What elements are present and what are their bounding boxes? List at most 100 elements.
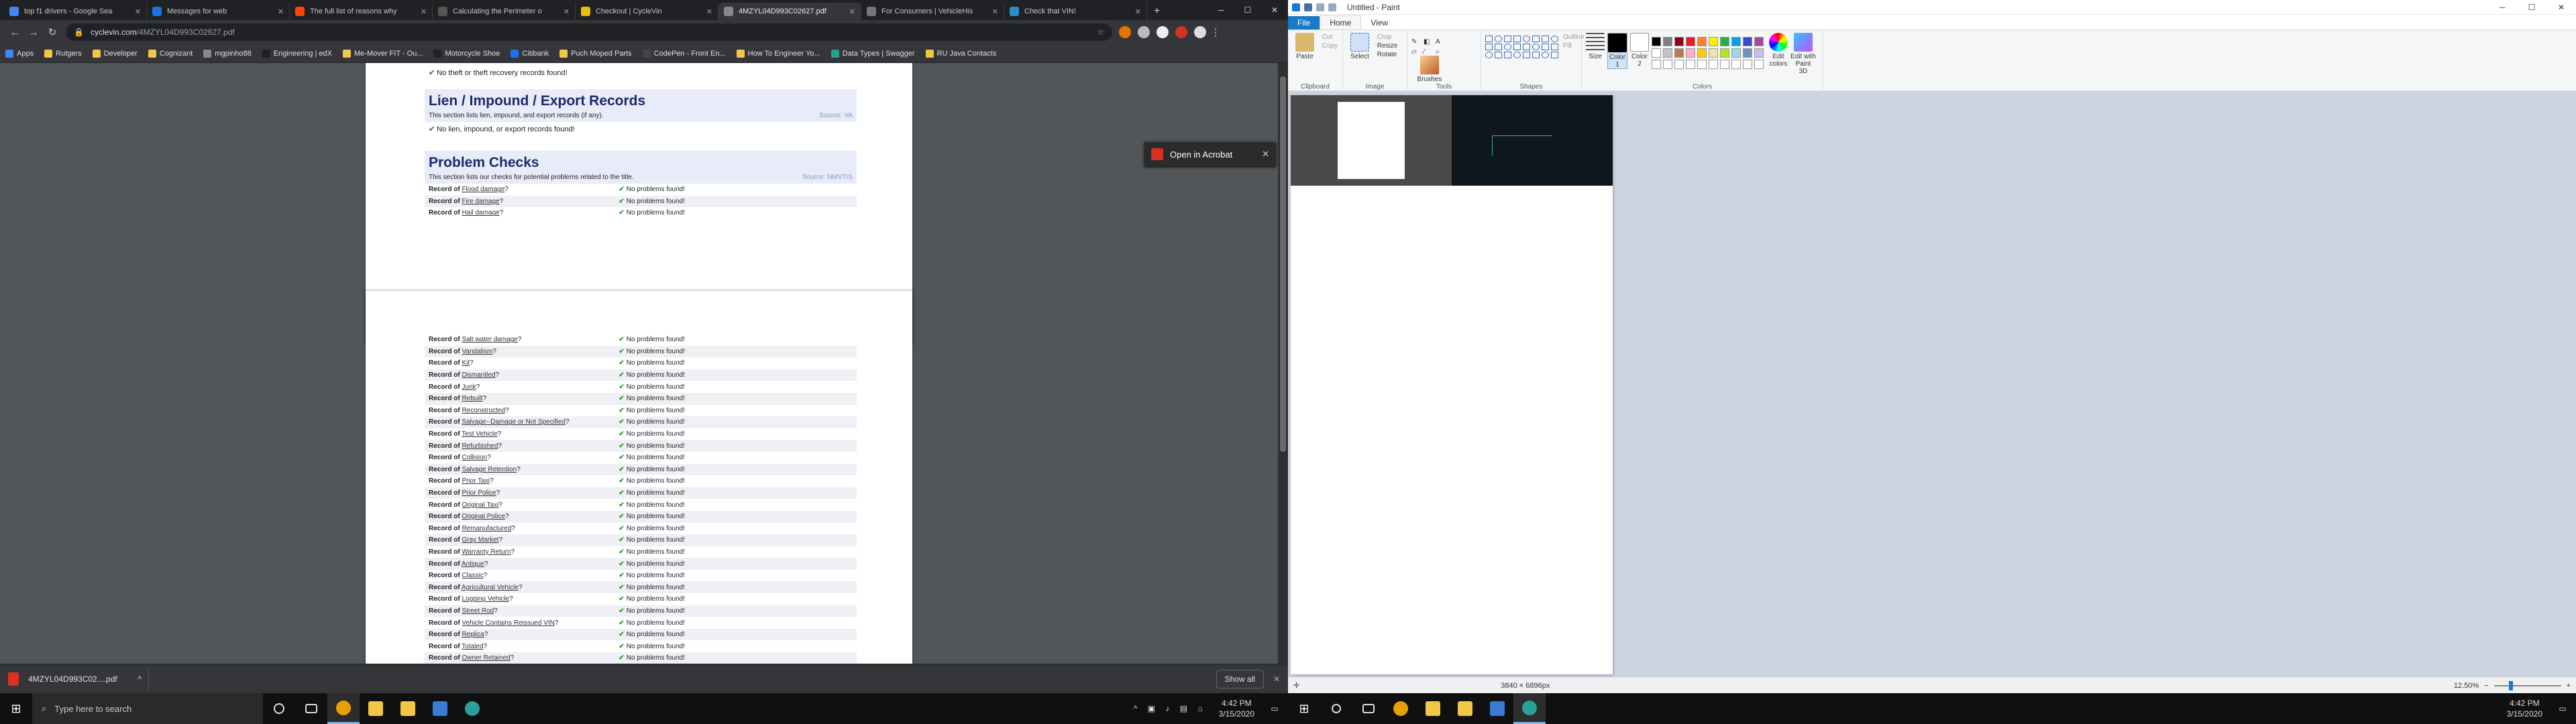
maximize-icon[interactable]: ☐ (2517, 3, 2546, 12)
open-in-acrobat-button[interactable]: Open in Acrobat ✕ (1144, 142, 1276, 166)
close-tab-icon[interactable]: ✕ (131, 7, 141, 16)
record-link[interactable]: Owner Retained (462, 654, 510, 662)
bookmark-item[interactable]: How To Engineer Yo... (736, 49, 820, 58)
shape-option[interactable] (1523, 36, 1530, 42)
browser-tab[interactable]: Check that VIN! ✕ (1004, 3, 1147, 20)
tab-home[interactable]: Home (1320, 15, 1362, 29)
record-link[interactable]: Vandalism (462, 348, 492, 355)
record-link[interactable]: Street Rod (462, 607, 494, 615)
shape-option[interactable] (1551, 52, 1558, 58)
shape-option[interactable] (1504, 52, 1511, 58)
record-link[interactable]: Original Taxi (462, 501, 498, 509)
text-icon[interactable]: A (1436, 38, 1445, 46)
record-link[interactable]: Hail damage (462, 209, 499, 217)
color-swatch[interactable] (1697, 37, 1707, 46)
chrome-taskbar-icon[interactable] (327, 693, 360, 724)
task-view-icon[interactable] (295, 693, 327, 724)
paste-button[interactable]: Paste (1292, 33, 1318, 60)
bookmark-item[interactable]: Engineering | edX (262, 49, 332, 58)
search-icon[interactable] (1320, 693, 1352, 724)
record-link[interactable]: Fire damage (462, 198, 499, 205)
store-icon[interactable] (392, 693, 424, 724)
notification-icon[interactable]: ▭ (2549, 704, 2576, 713)
crop-button[interactable]: Crop (1377, 33, 1398, 42)
color-swatch[interactable] (1709, 48, 1718, 58)
close-tab-icon[interactable]: ✕ (559, 7, 570, 16)
record-link[interactable]: Salvage Retention (462, 466, 517, 473)
close-tab-icon[interactable]: ✕ (702, 7, 712, 16)
rotate-button[interactable]: Rotate (1377, 50, 1398, 59)
color-swatch[interactable] (1686, 60, 1695, 69)
eraser-icon[interactable]: ▱ (1411, 48, 1421, 56)
forward-icon[interactable]: → (24, 27, 43, 38)
brushes-button[interactable]: Brushes (1417, 56, 1442, 83)
record-link[interactable]: Agricultural Vehicle (462, 584, 519, 591)
magnifier-icon[interactable]: ⌕ (1436, 48, 1445, 56)
bookmark-item[interactable]: Puch Moped Parts (559, 49, 632, 58)
copy-button[interactable]: Copy (1322, 42, 1338, 50)
bookmark-item[interactable]: Motorcycle Shoe (433, 49, 500, 58)
store-icon[interactable] (1449, 693, 1481, 724)
color-swatch[interactable] (1743, 48, 1752, 58)
tab-view[interactable]: View (1361, 16, 1397, 29)
color2-button[interactable]: Color 2 (1630, 33, 1649, 68)
color-swatch[interactable] (1743, 37, 1752, 46)
shape-option[interactable] (1495, 52, 1502, 58)
close-tab-icon[interactable]: ✕ (1131, 7, 1141, 16)
tab-file[interactable]: File (1288, 16, 1320, 29)
reload-icon[interactable]: ↻ (43, 26, 62, 38)
paint-taskbar-icon[interactable] (1513, 693, 1546, 724)
shape-option[interactable] (1532, 36, 1540, 42)
shape-option[interactable] (1513, 52, 1521, 58)
minimize-icon[interactable]: ─ (1208, 0, 1234, 20)
fill-icon[interactable]: ◧ (1424, 38, 1433, 46)
size-button[interactable]: Size (1586, 33, 1605, 60)
browser-tab[interactable]: Checkout | CycleVin ✕ (576, 3, 718, 20)
paint-canvas[interactable] (1291, 95, 1613, 674)
color-swatch[interactable] (1754, 37, 1764, 46)
shape-option[interactable] (1542, 36, 1549, 42)
browser-tab[interactable]: Messages for web ✕ (147, 3, 290, 20)
record-link[interactable]: Totaled (462, 643, 483, 650)
record-link[interactable]: Dismantled (462, 371, 495, 379)
color1-button[interactable]: Color 1 (1607, 33, 1627, 69)
record-link[interactable]: Prior Taxi (462, 477, 490, 485)
color-swatch[interactable] (1754, 60, 1764, 69)
back-icon[interactable]: ← (5, 27, 24, 38)
paint-taskbar-icon[interactable] (456, 693, 488, 724)
profile-avatar[interactable] (1194, 26, 1206, 38)
extension-icon[interactable] (1157, 26, 1169, 38)
cut-button[interactable]: Cut (1322, 33, 1338, 42)
shape-option[interactable] (1542, 44, 1549, 50)
windows-start-icon[interactable]: ⊞ (0, 702, 32, 716)
color-swatch[interactable] (1731, 48, 1741, 58)
app-icon[interactable] (1481, 693, 1513, 724)
color-swatch[interactable] (1743, 60, 1752, 69)
shape-option[interactable] (1551, 44, 1558, 50)
task-view-icon[interactable] (1352, 693, 1385, 724)
close-icon[interactable]: ✕ (1273, 674, 1280, 684)
bookmark-item[interactable]: Me-Mover FIT - Ou... (343, 49, 423, 58)
record-link[interactable]: Antique (462, 560, 484, 568)
record-link[interactable]: Salt water damage (462, 336, 517, 343)
shapes-gallery[interactable] (1485, 36, 1559, 58)
maximize-icon[interactable]: ☐ (1234, 0, 1261, 20)
star-icon[interactable]: ☆ (1097, 27, 1104, 37)
shape-option[interactable] (1504, 36, 1511, 42)
extension-icon[interactable] (1175, 26, 1187, 38)
clock[interactable]: 4:42 PM 3/15/2020 (2507, 698, 2542, 719)
address-bar[interactable]: 🔒 cyclevin.com/4MZYL04D993C02627.pdf ☆ (66, 23, 1112, 41)
record-link[interactable]: Flood damage (462, 186, 504, 193)
shape-option[interactable] (1485, 44, 1493, 50)
color-palette[interactable] (1652, 37, 1764, 69)
fill-button[interactable]: Fill (1563, 42, 1585, 50)
record-link[interactable]: Vehicle Contains Reissued VIN (462, 619, 554, 627)
save-icon[interactable] (1304, 3, 1312, 11)
shape-option[interactable] (1542, 52, 1549, 58)
shape-option[interactable] (1532, 52, 1540, 58)
zoom-out-icon[interactable]: − (2484, 682, 2488, 690)
shape-option[interactable] (1513, 44, 1521, 50)
color-swatch[interactable] (1720, 48, 1729, 58)
record-link[interactable]: Salvage--Damage or Not Specified (462, 418, 566, 426)
record-link[interactable]: Replica (462, 631, 484, 638)
